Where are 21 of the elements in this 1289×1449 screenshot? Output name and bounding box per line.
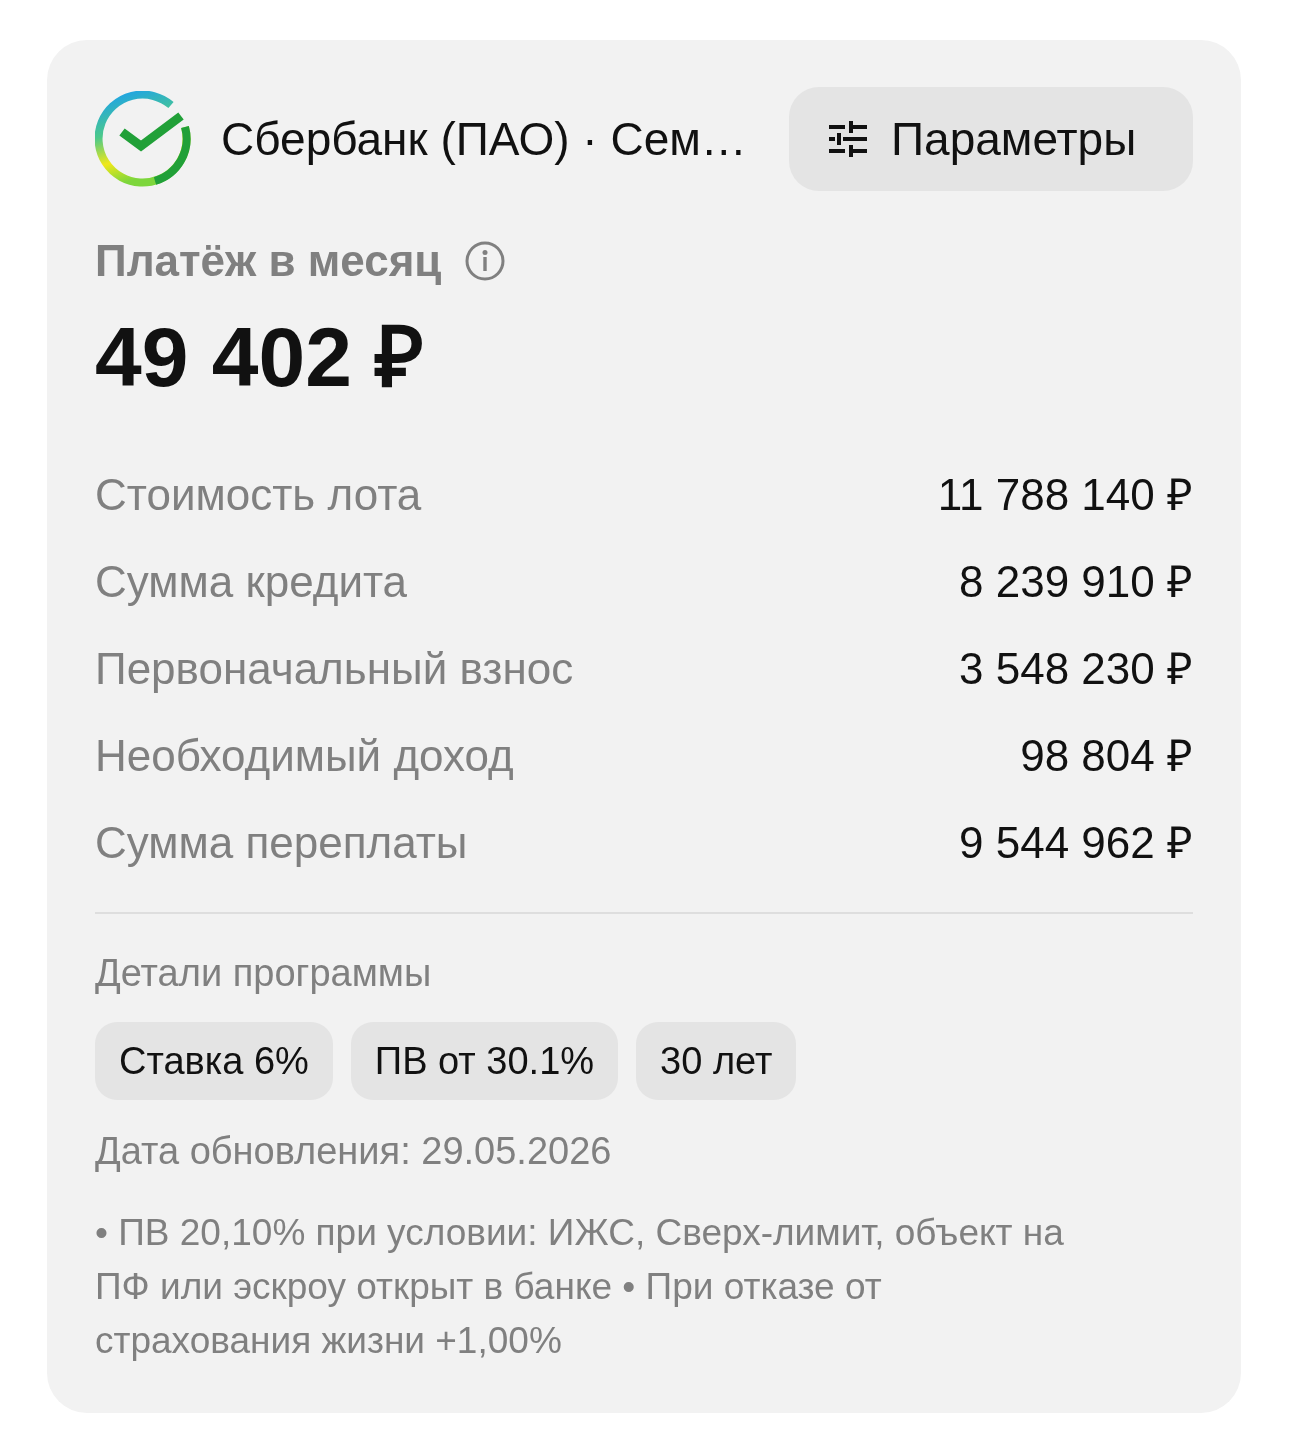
program-title: Детали программы: [95, 954, 433, 992]
program-note: • ПВ 20,10% при условии: ИЖС, Сверх-лимит, объект на ПФ или эскроу открыт в банке • При отказе от страхования жизни +1,00%: [95, 1211, 1065, 1363]
program-tag: Ставка 6%: [95, 1022, 333, 1100]
update-date: Дата обновления: 29.05.2026: [95, 1132, 613, 1170]
row-label: Первоначальный взнос: [95, 646, 574, 691]
payment-label: Платёж в месяц: [95, 239, 442, 283]
row-label: Сумма переплаты: [95, 820, 468, 865]
monthly-payment-amount: 49 402 ₽: [95, 315, 426, 399]
row-value: 11 788 140 ₽: [937, 472, 1193, 517]
row-value: 98 804 ₽: [1020, 733, 1193, 778]
parameters-button[interactable]: Параметры: [789, 87, 1193, 191]
row-label: Стоимость лота: [95, 472, 422, 517]
program-tag: 30 лет: [636, 1022, 797, 1100]
row-label: Необходимый доход: [95, 733, 514, 778]
row-value: 8 239 910 ₽: [959, 559, 1193, 604]
row-label: Сумма кредита: [95, 559, 408, 604]
sliders-icon: [829, 121, 867, 157]
program-tag: ПВ от 30.1%: [350, 1022, 619, 1100]
row-value: 3 548 230 ₽: [959, 646, 1193, 691]
info-icon[interactable]: [465, 241, 506, 281]
row-value: 9 544 962 ₽: [959, 820, 1193, 865]
